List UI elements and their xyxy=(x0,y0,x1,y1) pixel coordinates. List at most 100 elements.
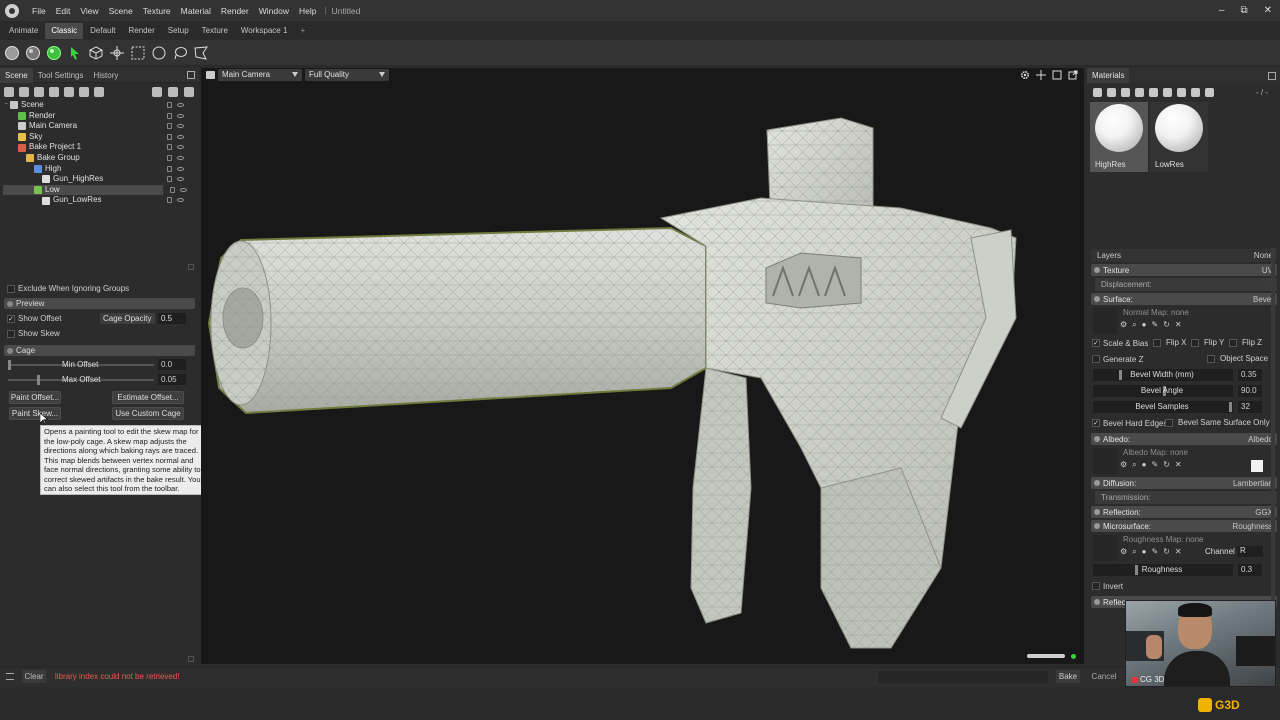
close-button[interactable]: ✕ xyxy=(1264,5,1272,16)
tab-setup[interactable]: Setup xyxy=(162,23,195,39)
normal-map-swatch[interactable] xyxy=(1093,308,1117,334)
show-skew-checkbox[interactable] xyxy=(7,329,15,338)
menu-edit[interactable]: Edit xyxy=(51,6,76,16)
cancel-button[interactable]: Cancel xyxy=(1091,670,1117,683)
bake-button[interactable]: Bake xyxy=(1056,670,1080,683)
transform-gizmo-icon[interactable] xyxy=(109,45,125,61)
save-icon[interactable] xyxy=(1177,87,1186,97)
eye-icon[interactable] xyxy=(177,177,184,182)
paint-offset-button[interactable]: Paint Offset... xyxy=(9,391,61,404)
material-thumb-lowres[interactable]: LowRes xyxy=(1150,102,1208,172)
menu-view[interactable]: View xyxy=(75,6,103,16)
gun-model[interactable] xyxy=(201,68,1084,664)
reflection-section-header[interactable]: Reflection: GGX xyxy=(1091,506,1277,518)
preview-section-header[interactable]: Preview xyxy=(4,298,195,309)
layers-row[interactable]: Layers None xyxy=(1091,249,1277,262)
add-sky-icon[interactable] xyxy=(49,86,59,97)
add-bake-icon[interactable] xyxy=(64,86,74,97)
search-icon[interactable]: ⌕ xyxy=(1132,547,1136,557)
lock-icon[interactable] xyxy=(170,186,175,193)
clear-button[interactable]: Clear xyxy=(22,670,46,683)
estimate-offset-button[interactable]: Estimate Offset... xyxy=(112,391,184,404)
3d-viewport[interactable]: Main Camera Full Quality xyxy=(201,68,1084,664)
roughness-map-swatch[interactable] xyxy=(1093,535,1117,561)
panel-resize-grip-bottom[interactable] xyxy=(188,656,194,662)
lasso-select-icon[interactable] xyxy=(172,45,188,61)
status-menu-icon[interactable] xyxy=(6,673,14,680)
folder-icon[interactable] xyxy=(1149,87,1158,97)
eye-icon[interactable] xyxy=(180,187,187,192)
texture-section-header[interactable]: Texture UV xyxy=(1091,264,1277,276)
edit-icon[interactable]: ✎ xyxy=(1152,320,1159,330)
matcap-sphere-icon[interactable] xyxy=(25,45,41,61)
link-icon[interactable]: ● xyxy=(1142,460,1147,470)
tab-workspace-1[interactable]: Workspace 1 xyxy=(235,23,294,39)
refresh-icon[interactable]: ↻ xyxy=(1163,547,1170,557)
tab-render[interactable]: Render xyxy=(123,23,161,39)
max-offset-slider[interactable]: Max Offset 0.05 xyxy=(0,373,199,388)
refresh-icon[interactable] xyxy=(1191,87,1200,97)
add-object-icon[interactable] xyxy=(4,86,14,97)
lock-icon[interactable] xyxy=(167,112,172,119)
eye-icon[interactable] xyxy=(177,198,184,203)
tree-item-sky[interactable]: Sky xyxy=(0,132,199,143)
diffusion-section-header[interactable]: Diffusion: Lambertian xyxy=(1091,477,1277,489)
refresh-icon[interactable]: ↻ xyxy=(1163,460,1170,470)
edit-icon[interactable]: ✎ xyxy=(1152,547,1159,557)
gear-icon[interactable]: ⚙ xyxy=(1120,320,1127,330)
minimize-button[interactable]: – xyxy=(1219,5,1225,16)
tree-item-scene[interactable]: − Scene xyxy=(0,100,199,111)
copy-icon[interactable] xyxy=(1135,87,1144,97)
lock-icon[interactable] xyxy=(167,197,172,204)
popout-icon[interactable] xyxy=(187,71,195,79)
menu-scene[interactable]: Scene xyxy=(104,6,138,16)
lock-icon[interactable] xyxy=(167,176,172,183)
bevel-same-surface-checkbox[interactable] xyxy=(1165,419,1173,427)
exclude-checkbox[interactable] xyxy=(7,284,15,293)
trash-icon[interactable] xyxy=(184,86,194,97)
surface-section-header[interactable]: Surface: Bevel xyxy=(1091,293,1277,305)
panel-resize-grip[interactable] xyxy=(188,264,194,270)
min-offset-value[interactable]: 0.0 xyxy=(158,359,186,370)
menu-help[interactable]: Help xyxy=(294,6,321,16)
eye-icon[interactable] xyxy=(177,103,184,107)
generate-z-checkbox[interactable] xyxy=(1092,355,1100,363)
circle-select-icon[interactable] xyxy=(151,45,167,61)
folder-icon[interactable] xyxy=(152,86,162,97)
lock-icon[interactable] xyxy=(167,165,172,172)
bevel-angle-value[interactable]: 90.0 xyxy=(1238,385,1262,397)
add-workspace-button[interactable]: + xyxy=(294,23,311,39)
scale-bias-checkbox[interactable]: ✓ xyxy=(1092,339,1100,347)
add-light-icon[interactable] xyxy=(19,86,29,97)
bevel-angle-slider[interactable]: Bevel Angle 90.0 xyxy=(1087,383,1280,399)
tree-item-bake-project-1[interactable]: Bake Project 1 xyxy=(0,142,199,153)
bevel-samples-value[interactable]: 32 xyxy=(1238,401,1262,413)
add-special-icon[interactable] xyxy=(94,86,104,97)
eye-icon[interactable] xyxy=(177,166,184,171)
object-space-checkbox[interactable] xyxy=(1207,355,1215,363)
materials-scrollbar[interactable] xyxy=(1271,248,1275,658)
gear-icon[interactable]: ⚙ xyxy=(1120,547,1127,557)
albedo-color-swatch[interactable] xyxy=(1251,460,1263,472)
tab-scene[interactable]: Scene xyxy=(0,67,33,83)
object-cube-icon[interactable] xyxy=(88,45,104,61)
eye-icon[interactable] xyxy=(177,145,184,150)
tree-item-render[interactable]: Render xyxy=(0,111,199,122)
albedo-map-swatch[interactable] xyxy=(1093,448,1117,474)
lock-icon[interactable] xyxy=(167,154,172,161)
close-icon[interactable]: ✕ xyxy=(1175,547,1182,557)
tree-item-bake-group[interactable]: Bake Group xyxy=(0,153,199,164)
tab-texture[interactable]: Texture xyxy=(196,23,234,39)
edit-icon[interactable]: ✎ xyxy=(1152,460,1159,470)
refresh-icon[interactable]: ↻ xyxy=(1163,320,1170,330)
albedo-section-header[interactable]: Albedo: Albedo xyxy=(1091,433,1277,445)
max-offset-value[interactable]: 0.05 xyxy=(158,374,186,385)
duplicate-icon[interactable] xyxy=(168,86,178,97)
microsurface-section-header[interactable]: Microsurface: Roughness xyxy=(1091,520,1277,532)
render-sphere-icon[interactable] xyxy=(46,45,62,61)
min-offset-thumb[interactable] xyxy=(8,360,11,370)
gear-icon[interactable]: ⚙ xyxy=(1120,460,1127,470)
min-offset-slider[interactable]: Min Offset 0.0 xyxy=(0,358,199,373)
menu-texture[interactable]: Texture xyxy=(138,6,176,16)
disable-icon[interactable] xyxy=(1205,87,1214,97)
